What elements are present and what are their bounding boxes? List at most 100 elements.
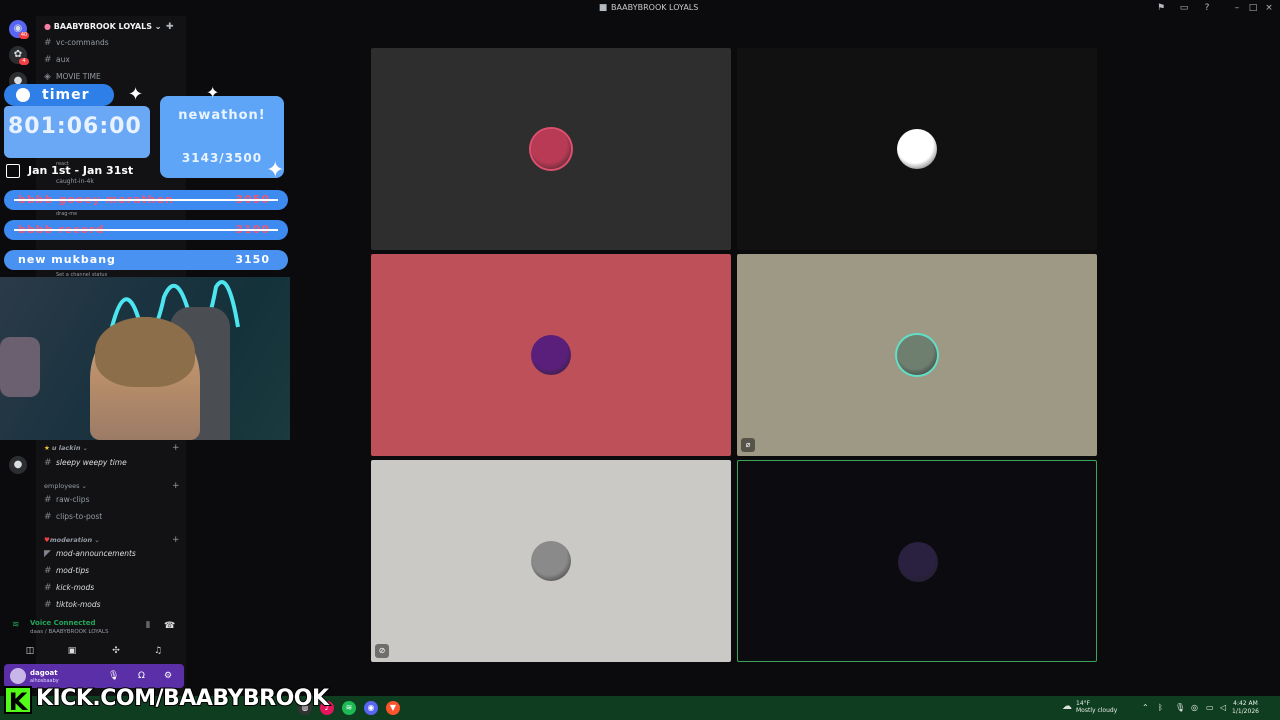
hash-icon: # bbox=[44, 38, 52, 48]
add-channel-icon[interactable]: + bbox=[172, 535, 180, 545]
add-channel-icon[interactable]: + bbox=[172, 481, 180, 491]
category-label: employees bbox=[44, 482, 80, 490]
system-clock[interactable]: 4:42 AM 1/1/2026 bbox=[1232, 700, 1259, 716]
channel-item[interactable]: # raw-clips bbox=[44, 495, 89, 509]
activities-icon[interactable]: ✣ bbox=[106, 644, 126, 658]
clock-time: 4:42 AM bbox=[1233, 700, 1258, 707]
channel-item[interactable]: ◤ mod-announcements bbox=[44, 549, 136, 563]
goal-text: new mukbang bbox=[18, 253, 116, 266]
server-header[interactable]: ● BAABYBROOK LOYALS ⌄ bbox=[44, 22, 161, 31]
channel-item[interactable]: # vc-commands bbox=[44, 38, 109, 52]
network-icon[interactable]: ◎ bbox=[1191, 703, 1198, 712]
participant-avatar bbox=[897, 335, 937, 375]
server-icon[interactable]: ● bbox=[9, 456, 27, 474]
participant-tile[interactable]: ⊘ bbox=[371, 460, 731, 662]
channel-label: drag-me bbox=[56, 211, 78, 217]
weather-temp: 14°F bbox=[1076, 700, 1091, 707]
help-icon[interactable]: ? bbox=[1202, 3, 1212, 13]
sparkle-icon: ✦ bbox=[128, 84, 144, 105]
channel-item[interactable]: # aux bbox=[44, 55, 70, 69]
category-label: moderation bbox=[49, 536, 93, 544]
channel-label: raw-clips bbox=[56, 495, 90, 504]
goal-bar: bbbb record 3100 bbox=[4, 220, 288, 240]
rail-badge: 4 bbox=[19, 58, 29, 65]
participant-tile[interactable] bbox=[737, 48, 1097, 250]
timer-display: 801:06:00 bbox=[4, 106, 150, 158]
microphone-icon[interactable]: 🎙 bbox=[108, 671, 119, 681]
category-employees[interactable]: employees ⌄ + bbox=[44, 481, 180, 491]
soundboard-icon[interactable]: ♫ bbox=[148, 644, 168, 658]
bluetooth-icon[interactable]: ᛒ bbox=[1158, 703, 1163, 712]
signal-icon[interactable]: ≋ bbox=[12, 620, 20, 630]
category-moderation[interactable]: ♥moderation ⌄ + bbox=[44, 535, 180, 545]
hash-icon: # bbox=[44, 583, 52, 593]
participant-tile[interactable]: ⌀ bbox=[737, 254, 1097, 456]
channel-item[interactable]: # mod-tips bbox=[44, 566, 89, 580]
channel-item[interactable]: # sleepy weepy time bbox=[44, 458, 127, 472]
subathon-title: newathon! bbox=[178, 108, 266, 123]
webcam-feed bbox=[0, 277, 290, 440]
server-name: BAABYBROOK LOYALS bbox=[53, 22, 152, 31]
channel-label: vc-commands bbox=[56, 38, 109, 47]
close-icon[interactable]: × bbox=[1264, 3, 1274, 13]
speaker-icon: ◈ bbox=[44, 72, 51, 82]
goal-value: 3150 bbox=[235, 253, 270, 266]
maximize-icon[interactable]: □ bbox=[1248, 3, 1258, 13]
goal-bar: bbbb gooey marathon 3050 bbox=[4, 190, 288, 210]
chevron-down-icon: ⌄ bbox=[154, 22, 162, 31]
clock-icon bbox=[16, 88, 30, 102]
mic-tray-icon[interactable]: 🎙 bbox=[1175, 703, 1185, 712]
monitor-icon[interactable]: ▭ bbox=[1179, 3, 1189, 13]
user-tag: alhosbaaby bbox=[30, 678, 59, 684]
megaphone-icon: ◤ bbox=[44, 549, 51, 559]
participant-avatar bbox=[898, 542, 938, 582]
screen-share-icon[interactable]: ▣ bbox=[62, 644, 82, 658]
category-u-lackin[interactable]: ★ u lackin ⌄ + bbox=[44, 443, 180, 453]
server-avatar-icon: ● bbox=[44, 22, 51, 31]
headphones-icon[interactable]: Ω bbox=[138, 671, 145, 681]
streamer-hair bbox=[95, 317, 195, 387]
tray-chevron-icon[interactable]: ⌃ bbox=[1142, 703, 1149, 712]
title-bar: ■ BAABYBROOK LOYALS ⚑ ▭ ? – □ × bbox=[0, 0, 1280, 16]
participant-tile[interactable] bbox=[371, 48, 731, 250]
hash-icon: # bbox=[44, 566, 52, 576]
channel-label: tiktok-mods bbox=[56, 600, 101, 609]
voice-channel-label[interactable]: daas / BAABYBROOK LOYALS bbox=[30, 629, 109, 635]
camera-off-icon[interactable]: ◫ bbox=[20, 644, 40, 658]
timer-value: 801:06:00 bbox=[8, 114, 142, 139]
channel-label: clips-to-post bbox=[56, 512, 103, 521]
spotify-app-icon[interactable]: ≋ bbox=[342, 701, 356, 715]
volume-icon[interactable]: ◁ bbox=[1220, 703, 1226, 712]
participant-tile-speaking[interactable] bbox=[737, 460, 1097, 662]
add-member-icon[interactable]: ✚ bbox=[166, 22, 174, 32]
channel-label: mod-tips bbox=[56, 566, 90, 575]
muted-icon: ⌀ bbox=[741, 438, 755, 452]
participant-tile[interactable] bbox=[371, 254, 731, 456]
inbox-icon[interactable]: ⚑ bbox=[1156, 3, 1166, 13]
rail-badge: 40 bbox=[19, 32, 29, 39]
participant-avatar bbox=[531, 335, 571, 375]
channel-item[interactable]: # kick-mods bbox=[44, 583, 94, 597]
timer-label-pill: timer bbox=[4, 84, 114, 106]
minimize-icon[interactable]: – bbox=[1232, 3, 1242, 13]
brave-app-icon[interactable]: ▼ bbox=[386, 701, 400, 715]
settings-gear-icon[interactable]: ⚙ bbox=[164, 671, 172, 681]
channel-item[interactable]: # clips-to-post bbox=[44, 512, 102, 526]
discord-app-icon[interactable]: ◉ bbox=[364, 701, 378, 715]
weather-widget[interactable]: 14°F Mostly cloudy bbox=[1076, 700, 1117, 714]
channel-label: aux bbox=[56, 55, 70, 64]
add-channel-icon[interactable]: + bbox=[172, 443, 180, 453]
plush-toy bbox=[0, 337, 40, 397]
disconnect-icon[interactable]: ☎ bbox=[164, 621, 175, 631]
user-avatar[interactable] bbox=[10, 668, 26, 684]
clock-date: 1/1/2026 bbox=[1232, 708, 1259, 715]
username: dagoat bbox=[30, 669, 58, 677]
sparkle-icon: ✦ bbox=[206, 83, 220, 102]
channel-label: mod-announcements bbox=[56, 549, 136, 558]
channel-label: caught-in-4k bbox=[56, 178, 94, 185]
display-icon[interactable]: ▭ bbox=[1206, 703, 1214, 712]
noise-suppression-icon[interactable]: ⦀ bbox=[146, 621, 150, 631]
timer-label: timer bbox=[42, 87, 90, 103]
channel-item[interactable]: # tiktok-mods bbox=[44, 600, 101, 614]
hash-icon: # bbox=[44, 600, 52, 610]
